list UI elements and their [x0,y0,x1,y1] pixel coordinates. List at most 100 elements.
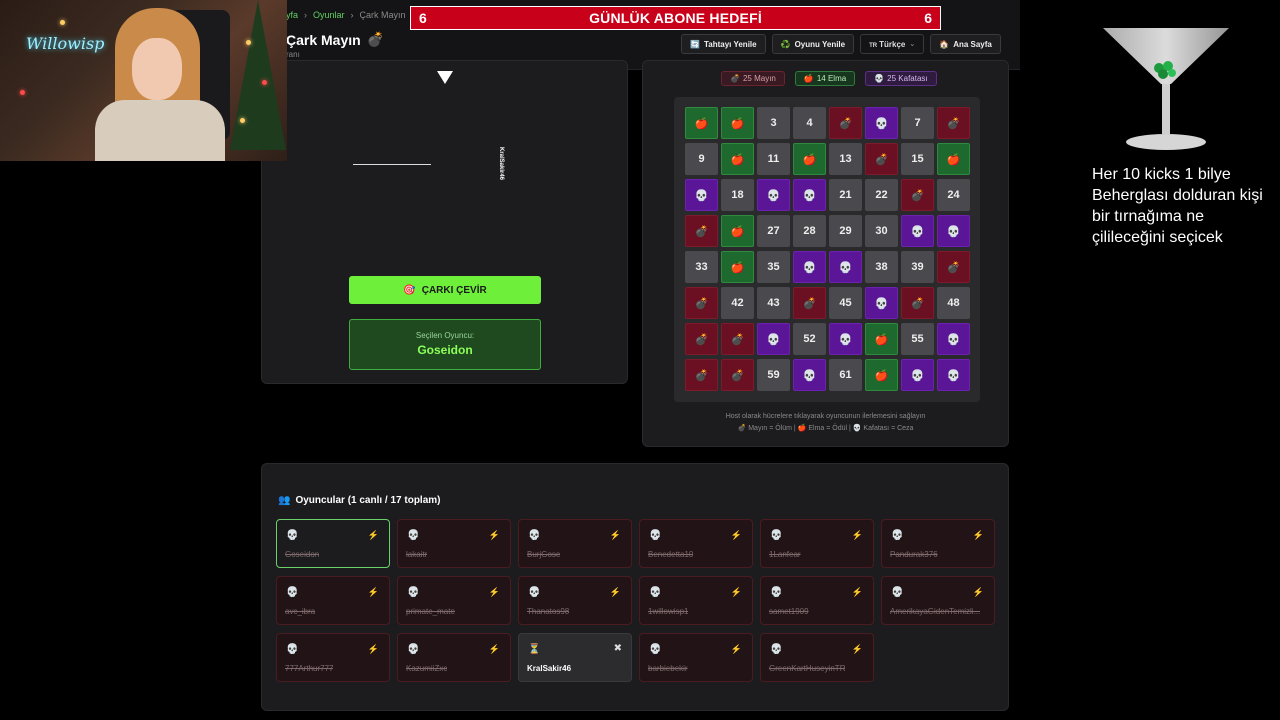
board-cell-mine[interactable]: 💣 [865,143,898,175]
board-cell-number[interactable]: 48 [937,287,970,319]
player-name: lakaitr [406,550,428,559]
player-card[interactable]: 💀 ⚡ Goseidon [276,519,390,568]
board-cell-number[interactable]: 9 [685,143,718,175]
board-cell-apple[interactable]: 🍎 [685,107,718,139]
home-button[interactable]: 🏠 Ana Sayfa [930,34,1001,54]
board-cell-mine[interactable]: 💣 [901,179,934,211]
player-card[interactable]: 💀 ⚡ Pandurak376 [881,519,995,568]
board-cell-skull[interactable]: 💀 [937,215,970,247]
board-cell-number[interactable]: 18 [721,179,754,211]
board-cell-number[interactable]: 35 [757,251,790,283]
board-cell-apple[interactable]: 🍎 [721,107,754,139]
board-cell-mine[interactable]: 💣 [685,323,718,355]
board-cell-skull[interactable]: 💀 [901,215,934,247]
board-cell-number[interactable]: 43 [757,287,790,319]
board-cell-skull[interactable]: 💀 [793,179,826,211]
board-cell-apple[interactable]: 🍎 [721,215,754,247]
board-cell-skull[interactable]: 💀 [901,359,934,391]
board-cell-apple[interactable]: 🍎 [937,143,970,175]
board-cell-number[interactable]: 33 [685,251,718,283]
selected-player-name: Goseidon [417,343,473,357]
breadcrumb-home-link[interactable]: yfa [286,10,298,20]
board-cell-number[interactable]: 45 [829,287,862,319]
player-card[interactable]: 💀 ⚡ Benedetta10 [639,519,753,568]
spin-wheel-button[interactable]: 🎯 ÇARKI ÇEVİR [349,276,541,304]
player-card[interactable]: 💀 ⚡ samet1909 [760,576,874,625]
board-cell-number[interactable]: 3 [757,107,790,139]
bolt-icon: ⚡ [609,530,621,540]
player-card[interactable]: 💀 ⚡ barbiebekir [639,633,753,682]
player-card[interactable]: 💀 ⚡ lakaitr [397,519,511,568]
board-cell-number[interactable]: 61 [829,359,862,391]
board-cell-apple[interactable]: 🍎 [721,143,754,175]
language-select[interactable]: TR Türkçe ⌄ [860,34,925,54]
board-cell-skull[interactable]: 💀 [937,359,970,391]
player-card[interactable]: 💀 ⚡ 1willowisp1 [639,576,753,625]
board-cell-number[interactable]: 21 [829,179,862,211]
board-cell-mine[interactable]: 💣 [937,107,970,139]
player-card[interactable]: 💀 ⚡ primate_mate [397,576,511,625]
refresh-board-button[interactable]: 🔄 Tahtayı Yenile [681,34,766,54]
board-cell-number[interactable]: 39 [901,251,934,283]
board-cell-mine[interactable]: 💣 [685,287,718,319]
board-cell-mine[interactable]: 💣 [829,107,862,139]
board-cell-number[interactable]: 13 [829,143,862,175]
board-cell-apple[interactable]: 🍎 [865,323,898,355]
board-cell-number[interactable]: 11 [757,143,790,175]
board-cell-number[interactable]: 38 [865,251,898,283]
board-cell-mine[interactable]: 💣 [721,323,754,355]
board-cell-apple[interactable]: 🍎 [721,251,754,283]
board-cell-number[interactable]: 15 [901,143,934,175]
chevron-down-icon: ⌄ [909,41,916,48]
board-cell-number[interactable]: 22 [865,179,898,211]
player-card[interactable]: 💀 ⚡ avc_ibra [276,576,390,625]
board-cell-mine[interactable]: 💣 [685,359,718,391]
breadcrumb-games-link[interactable]: Oyunlar [313,10,345,20]
player-card[interactable]: 💀 ⚡ KazumiiZxc [397,633,511,682]
board-cell-skull[interactable]: 💀 [685,179,718,211]
board-cell-skull[interactable]: 💀 [793,251,826,283]
eliminate-icon[interactable]: ✖ [614,643,622,654]
board-cell-skull[interactable]: 💀 [865,107,898,139]
mine-counter-label: 25 Mayın [742,74,776,83]
refresh-game-label: Oyunu Yenile [794,39,846,49]
bolt-icon: ⚡ [488,587,500,597]
board-cell-mine[interactable]: 💣 [721,359,754,391]
player-name: Thanatos98 [527,607,570,616]
board-cell-number[interactable]: 42 [721,287,754,319]
board-cell-skull[interactable]: 💀 [937,323,970,355]
board-cell-number[interactable]: 27 [757,215,790,247]
board-cell-number[interactable]: 4 [793,107,826,139]
board-cell-skull[interactable]: 💀 [829,323,862,355]
player-card[interactable]: 💀 ⚡ 1Lanfear [760,519,874,568]
board-cell-number[interactable]: 28 [793,215,826,247]
board-cell-skull[interactable]: 💀 [793,359,826,391]
board-cell-number[interactable]: 55 [901,323,934,355]
board-cell-apple[interactable]: 🍎 [865,359,898,391]
board-cell-number[interactable]: 30 [865,215,898,247]
player-card[interactable]: 💀 ⚡ AmerikayaGidenTemizli... [881,576,995,625]
board-cell-mine[interactable]: 💣 [793,287,826,319]
board-cell-number[interactable]: 24 [937,179,970,211]
player-name: 1Lanfear [769,550,801,559]
player-card[interactable]: 💀 ⚡ BurjGose [518,519,632,568]
player-card[interactable]: 💀 ⚡ 777Arthur777 [276,633,390,682]
board-cell-apple[interactable]: 🍎 [793,143,826,175]
player-card[interactable]: 💀 ⚡ Thanatos98 [518,576,632,625]
board-cell-number[interactable]: 7 [901,107,934,139]
board-cell-mine[interactable]: 💣 [937,251,970,283]
player-card[interactable]: ⏳ ✖ KralSakir46 [518,633,632,682]
player-card[interactable]: 💀 ⚡ GreenKartHuseyinTR [760,633,874,682]
board-cell-number[interactable]: 59 [757,359,790,391]
board-cell-skull[interactable]: 💀 [865,287,898,319]
board-cell-skull[interactable]: 💀 [829,251,862,283]
board-cell-mine[interactable]: 💣 [685,215,718,247]
board-cell-mine[interactable]: 💣 [901,287,934,319]
board-cell-skull[interactable]: 💀 [757,323,790,355]
board-cell-number[interactable]: 29 [829,215,862,247]
refresh-game-button[interactable]: ♻️ Oyunu Yenile [771,34,855,54]
martini-glass-icon [1103,28,1229,150]
board-cell-skull[interactable]: 💀 [757,179,790,211]
skull-icon: 💀 [407,644,420,655]
board-cell-number[interactable]: 52 [793,323,826,355]
